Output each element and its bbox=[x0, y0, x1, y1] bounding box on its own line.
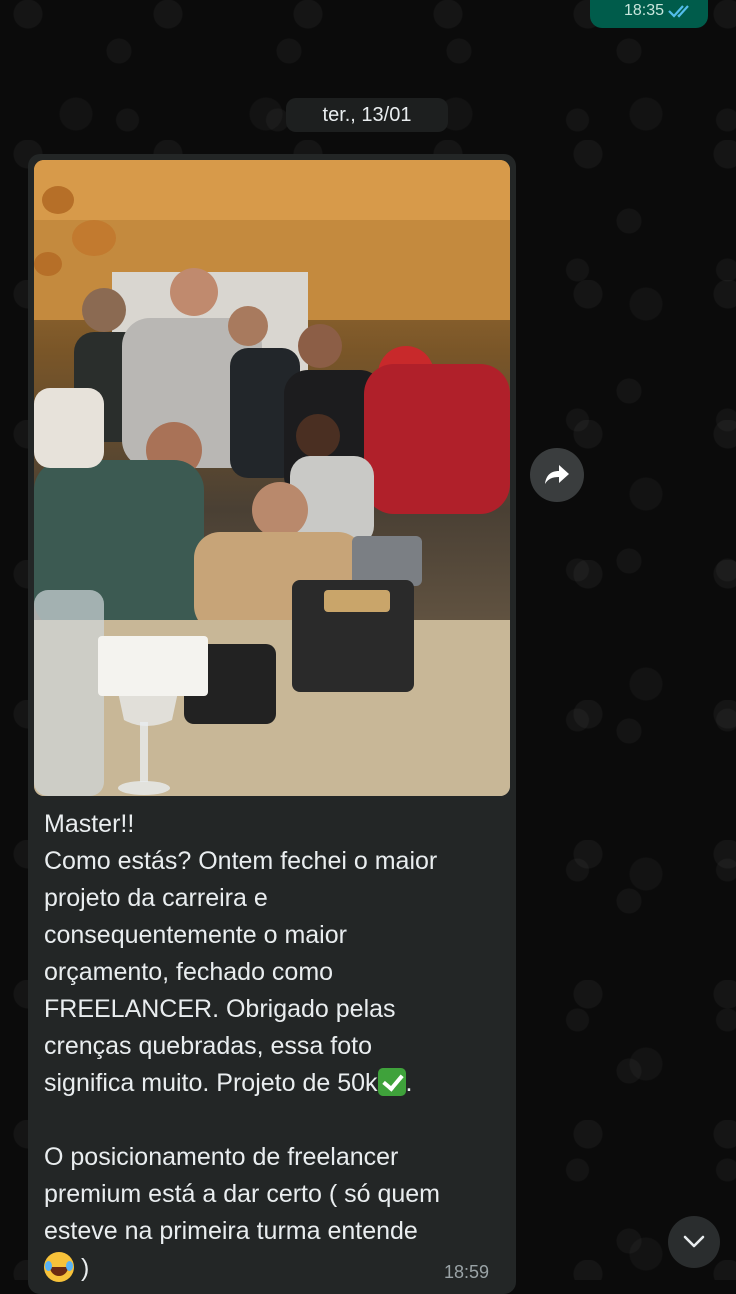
tears-of-joy-emoji-icon bbox=[44, 1252, 74, 1282]
message-line: crenças quebradas, essa foto bbox=[44, 1032, 372, 1060]
outgoing-message-time: 18:35 bbox=[623, 2, 664, 19]
message-line: projeto da carreira e bbox=[44, 884, 268, 912]
message-line: FREELANCER. Obrigado pelas bbox=[44, 995, 396, 1023]
message-line: Como estás? Ontem fechei o maior bbox=[44, 847, 438, 875]
message-photo[interactable] bbox=[34, 160, 510, 796]
incoming-message-bubble[interactable]: Master!! Como estás? Ontem fechei o maio… bbox=[28, 154, 516, 1294]
forward-arrow-icon bbox=[545, 465, 569, 484]
message-line: ) bbox=[74, 1254, 90, 1282]
date-separator: ter., 13/01 bbox=[286, 98, 448, 132]
outgoing-message-bubble[interactable]: 18:35 bbox=[590, 0, 708, 28]
message-line: consequentemente o maior bbox=[44, 921, 347, 949]
message-line: significa muito. Projeto de 50k bbox=[44, 1069, 378, 1097]
forward-button[interactable] bbox=[530, 448, 584, 502]
message-line: orçamento, fechado como bbox=[44, 958, 334, 986]
scroll-to-bottom-button[interactable] bbox=[668, 1216, 720, 1268]
double-check-icon bbox=[668, 5, 689, 18]
photo-illustration bbox=[34, 160, 510, 796]
message-text: Master!! Como estás? Ontem fechei o maio… bbox=[44, 806, 504, 1287]
message-line: Master!! bbox=[44, 810, 135, 838]
message-line: esteve na primeira turma entende bbox=[44, 1217, 418, 1245]
chevron-down-icon bbox=[683, 1235, 705, 1248]
check-mark-emoji-icon bbox=[377, 1068, 406, 1096]
message-line: . bbox=[405, 1069, 413, 1097]
message-line: O posicionamento de freelancer bbox=[44, 1143, 399, 1171]
message-line: premium está a dar certo ( só quem bbox=[44, 1180, 440, 1208]
